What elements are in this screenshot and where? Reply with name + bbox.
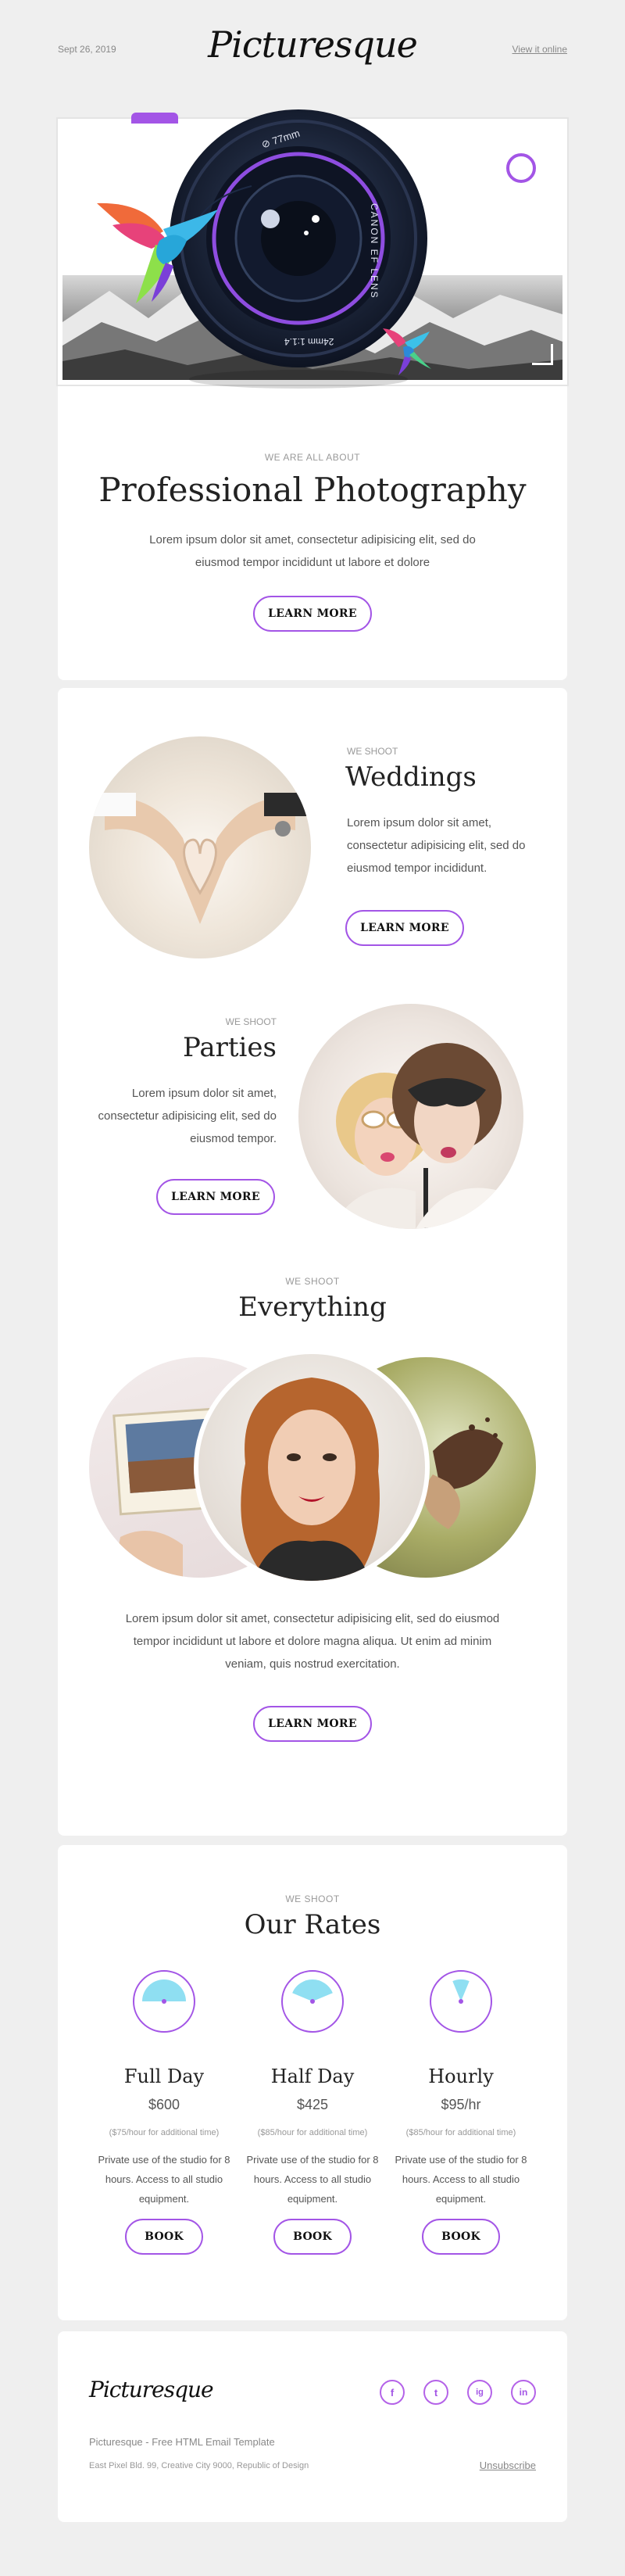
rates-eyebrow: WE SHOOT (285, 1893, 340, 1904)
rate-name: Hourly (428, 2065, 494, 2087)
hero-learn-more-button[interactable]: LEARN MORE (253, 596, 372, 632)
rate-text: Private use of the studio for 8 hours. A… (98, 2154, 230, 2205)
linkedin-icon[interactable]: in (511, 2380, 536, 2405)
parties-text: Lorem ipsum dolor sit amet, consectetur … (98, 1087, 277, 1145)
footer-tagline: Picturesque - Free HTML Email Template (89, 2436, 275, 2448)
clock-fill (292, 1979, 333, 2001)
view-online-link[interactable]: View it online (512, 44, 568, 55)
clock-fill (142, 1979, 186, 2001)
hero-image: ⊘ 77mm CANON EF LENS 24mm 1:1.4 (56, 109, 569, 389)
everything-learn-more-button[interactable]: LEARN MORE (253, 1706, 372, 1742)
everything-title: Everything (238, 1292, 387, 1323)
rate-column: Hourly $95/hr ($85/hour for additional tim… (386, 1970, 536, 2298)
footer-logo[interactable]: Picturesque (89, 2377, 214, 2402)
rate-column: Full Day $600 ($75/hour for additional tim… (89, 1970, 239, 2298)
shoot-card: WE SHOOT Weddings Lorem ipsum dolor sit … (58, 688, 567, 1836)
header-logo[interactable]: Picturesque (195, 23, 430, 66)
weddings-image (89, 736, 311, 958)
footer-card: Picturesque f t ig in Picturesque - Free… (58, 2331, 567, 2522)
rate-price: $95/hr (441, 2097, 481, 2112)
parties-image (298, 1004, 523, 1229)
clock-pie-icon (281, 1970, 344, 2033)
twitter-icon[interactable]: t (423, 2380, 448, 2405)
frame-corner-br (532, 344, 553, 365)
rate-text: Private use of the studio for 8 hours. A… (395, 2154, 527, 2205)
everything-image-portrait (194, 1349, 430, 1585)
lens-label-bottom: 24mm 1:1.4 (284, 336, 334, 347)
weddings-learn-more-button[interactable]: LEARN MORE (345, 910, 464, 946)
lens-label-side: CANON EF LENS (369, 203, 380, 299)
rate-name: Half Day (270, 2065, 355, 2087)
rate-price: $600 (148, 2097, 180, 2112)
hero-text: Lorem ipsum dolor sit amet, consectetur … (149, 533, 476, 569)
hummingbird-large-icon (89, 194, 222, 311)
hero-eyebrow: WE ARE ALL ABOUT (264, 452, 361, 463)
rate-text: Private use of the studio for 8 hours. A… (246, 2154, 379, 2205)
everything-eyebrow: WE SHOOT (285, 1276, 340, 1287)
parties-learn-more-button[interactable]: LEARN MORE (156, 1179, 275, 1215)
parties-title: Parties (183, 1032, 277, 1063)
clock-pie-icon (430, 1970, 492, 2033)
hummingbird-small-icon (375, 321, 438, 377)
book-button[interactable]: BOOK (125, 2219, 203, 2255)
weddings-eyebrow: WE SHOOT (347, 746, 398, 757)
book-button[interactable]: BOOK (422, 2219, 500, 2255)
hero-card: ⊘ 77mm CANON EF LENS 24mm 1:1.4 WE ARE A… (56, 109, 569, 680)
instagram-icon[interactable]: ig (467, 2380, 492, 2405)
parties-eyebrow: WE SHOOT (225, 1016, 277, 1027)
everything-text: Lorem ipsum dolor sit amet, consectetur … (125, 1612, 500, 1671)
frame-corner-tl (72, 136, 93, 157)
book-button[interactable]: BOOK (273, 2219, 352, 2255)
unsubscribe-link[interactable]: Unsubscribe (480, 2460, 536, 2471)
purple-ring-decoration (506, 153, 536, 183)
rate-price: $425 (296, 2097, 329, 2112)
rate-note: ($85/hour for additional time) (405, 2128, 516, 2137)
rate-column: Half Day $425 ($85/hour for additional tim… (238, 1970, 388, 2298)
weddings-text: Lorem ipsum dolor sit amet, consectetur … (347, 816, 526, 875)
header-date: Sept 26, 2019 (58, 44, 116, 55)
clock-fill (452, 1979, 470, 2001)
rate-note: ($85/hour for additional time) (257, 2128, 368, 2137)
facebook-icon[interactable]: f (380, 2380, 405, 2405)
footer-address: East Pixel Bld. 99, Creative City 9000, … (89, 2461, 309, 2470)
rate-name: Full Day (123, 2065, 205, 2087)
weddings-title: Weddings (345, 761, 477, 793)
clock-pie-icon (133, 1970, 195, 2033)
rate-note: ($75/hour for additional time) (109, 2128, 220, 2137)
rates-title: Our Rates (244, 1909, 381, 1940)
rates-card: WE SHOOT Our Rates Full Day $600 ($75/hour… (58, 1845, 567, 2320)
hero-title: Professional Photography (98, 471, 527, 509)
header: Sept 26, 2019 Picturesque View it online (0, 0, 625, 94)
